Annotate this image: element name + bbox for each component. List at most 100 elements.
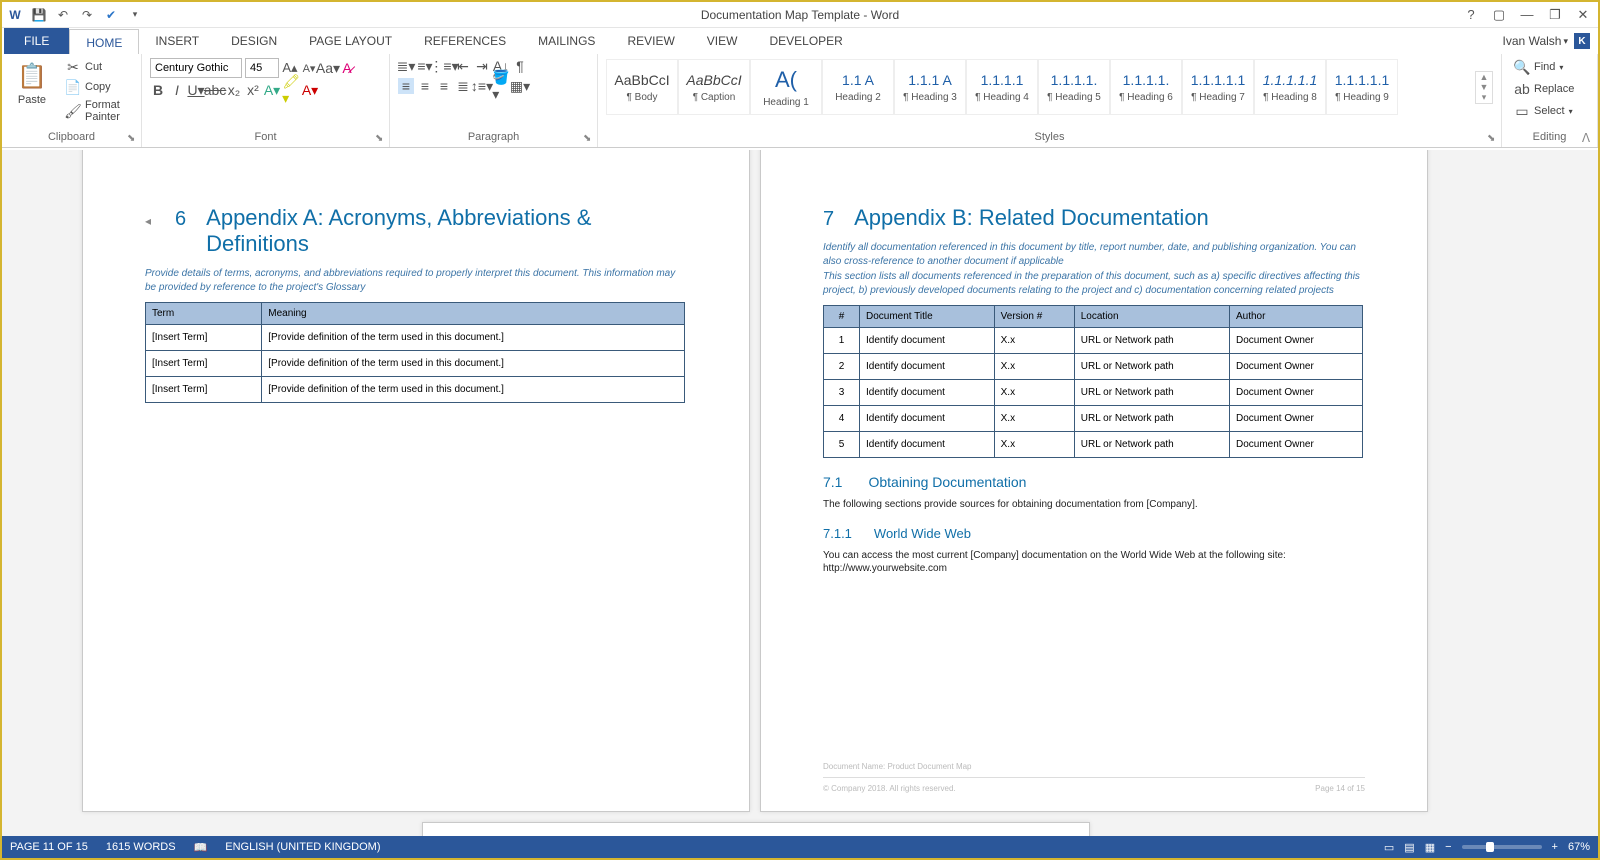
tab-mailings[interactable]: MAILINGS: [522, 28, 611, 54]
table-row[interactable]: [Insert Term][Provide definition of the …: [146, 351, 685, 377]
clear-formatting-icon[interactable]: A̷: [339, 60, 355, 76]
style-h9[interactable]: 1.1.1.1.1¶ Heading 9: [1326, 59, 1398, 115]
minimize-button[interactable]: —: [1518, 8, 1536, 22]
underline-icon[interactable]: U▾: [188, 82, 204, 98]
document-canvas[interactable]: ◂ 6 Appendix A: Acronyms, Abbreviations …: [2, 150, 1598, 836]
style-h3[interactable]: 1.1.1 A¶ Heading 3: [894, 59, 966, 115]
copy-button[interactable]: 📄Copy: [61, 78, 133, 96]
zoom-level[interactable]: 67%: [1568, 841, 1590, 853]
tab-design[interactable]: DESIGN: [215, 28, 293, 54]
shrink-font-icon[interactable]: A▾: [301, 60, 317, 76]
change-case-icon[interactable]: Aa▾: [320, 60, 336, 76]
tab-file[interactable]: FILE: [4, 28, 69, 54]
table-row[interactable]: 4Identify documentX.xURL or Network path…: [824, 406, 1363, 432]
replace-button[interactable]: abReplace: [1510, 80, 1589, 98]
table-row[interactable]: 3Identify documentX.xURL or Network path…: [824, 380, 1363, 406]
bullets-icon[interactable]: ≣▾: [398, 58, 414, 74]
spellcheck-button[interactable]: ✔: [102, 6, 120, 24]
shading-icon[interactable]: 🪣▾: [493, 78, 509, 94]
table-row[interactable]: [Insert Term][Provide definition of the …: [146, 325, 685, 351]
styles-scroll[interactable]: ▲ ▼ ▾: [1475, 71, 1493, 104]
ribbon-display-button[interactable]: ▢: [1490, 8, 1508, 22]
table-row[interactable]: [Insert Term][Provide definition of the …: [146, 377, 685, 403]
line-spacing-icon[interactable]: ↕≡▾: [474, 78, 490, 94]
font-family-select[interactable]: [150, 58, 242, 78]
table-related-docs[interactable]: # Document Title Version # Location Auth…: [823, 305, 1363, 458]
tab-references[interactable]: REFERENCES: [408, 28, 522, 54]
italic-icon[interactable]: I: [169, 82, 185, 98]
styles-gallery[interactable]: AaBbCcI¶ Body AaBbCcI¶ Caption A(Heading…: [606, 59, 1472, 115]
paragraph-launcher[interactable]: ⬊: [583, 133, 595, 145]
font-color-icon[interactable]: A▾: [302, 82, 318, 98]
status-language[interactable]: ENGLISH (UNITED KINGDOM): [225, 841, 380, 853]
status-words[interactable]: 1615 WORDS: [106, 841, 176, 853]
page-right[interactable]: 7 Appendix B: Related Documentation Iden…: [760, 150, 1428, 812]
styles-launcher[interactable]: ⬊: [1487, 133, 1499, 145]
style-h6[interactable]: 1.1.1.1.¶ Heading 6: [1110, 59, 1182, 115]
align-right-icon[interactable]: ≡: [436, 78, 452, 94]
text-effects-icon[interactable]: A▾: [264, 82, 280, 98]
tab-review[interactable]: REVIEW: [611, 28, 690, 54]
align-center-icon[interactable]: ≡: [417, 78, 433, 94]
highlight-icon[interactable]: 🖍▾: [283, 82, 299, 98]
table-row[interactable]: 1Identify documentX.xURL or Network path…: [824, 328, 1363, 354]
tab-insert[interactable]: INSERT: [139, 28, 215, 54]
tab-home[interactable]: HOME: [69, 29, 139, 55]
zoom-slider[interactable]: [1462, 845, 1542, 849]
strikethrough-icon[interactable]: abc: [207, 82, 223, 98]
style-h8[interactable]: 1.1.1.1.1¶ Heading 8: [1254, 59, 1326, 115]
style-body[interactable]: AaBbCcI¶ Body: [606, 59, 678, 115]
show-marks-icon[interactable]: [512, 58, 528, 74]
style-h4[interactable]: 1.1.1.1¶ Heading 4: [966, 59, 1038, 115]
user-menu-icon[interactable]: ▾: [1563, 36, 1568, 47]
zoom-in-icon[interactable]: +: [1552, 841, 1558, 853]
zoom-out-icon[interactable]: −: [1445, 841, 1451, 853]
style-h5[interactable]: 1.1.1.1.¶ Heading 5: [1038, 59, 1110, 115]
decrease-indent-icon[interactable]: ⇤: [455, 58, 471, 74]
find-button[interactable]: 🔍Find ▾: [1510, 58, 1589, 76]
justify-icon[interactable]: ≣: [455, 78, 471, 94]
paste-button[interactable]: 📋 Paste: [10, 58, 54, 108]
cut-button[interactable]: ✂Cut: [61, 58, 133, 76]
collapse-ribbon-icon[interactable]: ᐱ: [1578, 130, 1594, 146]
qat-more-button[interactable]: ▾: [126, 6, 144, 24]
font-launcher[interactable]: ⬊: [375, 133, 387, 145]
align-left-icon[interactable]: ≡: [398, 78, 414, 94]
format-painter-button[interactable]: 🖌Format Painter: [61, 98, 133, 124]
styles-down-icon[interactable]: ▼: [1476, 82, 1492, 92]
table-row[interactable]: 2Identify documentX.xURL or Network path…: [824, 354, 1363, 380]
view-read-icon[interactable]: ▭: [1384, 841, 1394, 854]
tab-page-layout[interactable]: PAGE LAYOUT: [293, 28, 408, 54]
borders-icon[interactable]: ▦▾: [512, 78, 528, 94]
save-button[interactable]: 💾: [30, 6, 48, 24]
style-h1[interactable]: A(Heading 1: [750, 59, 822, 115]
font-size-select[interactable]: [245, 58, 279, 78]
select-button[interactable]: ▭Select ▾: [1510, 102, 1589, 120]
superscript-icon[interactable]: x²: [245, 82, 261, 98]
restore-button[interactable]: ❐: [1546, 8, 1564, 22]
tab-view[interactable]: VIEW: [691, 28, 754, 54]
increase-indent-icon[interactable]: ⇥: [474, 58, 490, 74]
styles-up-icon[interactable]: ▲: [1476, 72, 1492, 82]
user-badge[interactable]: K: [1574, 33, 1590, 49]
status-proof-icon[interactable]: 📖: [194, 841, 208, 854]
tab-developer[interactable]: DEVELOPER: [753, 28, 858, 54]
page-left[interactable]: ◂ 6 Appendix A: Acronyms, Abbreviations …: [82, 150, 750, 812]
undo-button[interactable]: ↶: [54, 6, 72, 24]
page-next[interactable]: 7.1.2Product Documentation CD-ROM Techni…: [422, 822, 1090, 836]
clipboard-launcher[interactable]: ⬊: [127, 133, 139, 145]
table-row[interactable]: 5Identify documentX.xURL or Network path…: [824, 432, 1363, 458]
status-page[interactable]: PAGE 11 OF 15: [10, 841, 88, 853]
subscript-icon[interactable]: x₂: [226, 82, 242, 98]
redo-button[interactable]: ↷: [78, 6, 96, 24]
bold-icon[interactable]: B: [150, 82, 166, 98]
table-terms[interactable]: TermMeaning [Insert Term][Provide defini…: [145, 302, 685, 403]
multilevel-icon[interactable]: ⋮≡▾: [436, 58, 452, 74]
user-name[interactable]: Ivan Walsh: [1503, 34, 1562, 48]
style-h7[interactable]: 1.1.1.1.1¶ Heading 7: [1182, 59, 1254, 115]
view-print-icon[interactable]: ▤: [1404, 841, 1414, 854]
styles-more-icon[interactable]: ▾: [1476, 92, 1492, 103]
style-h2[interactable]: 1.1 AHeading 2: [822, 59, 894, 115]
help-button[interactable]: ?: [1462, 8, 1480, 22]
view-web-icon[interactable]: ▦: [1425, 841, 1435, 854]
